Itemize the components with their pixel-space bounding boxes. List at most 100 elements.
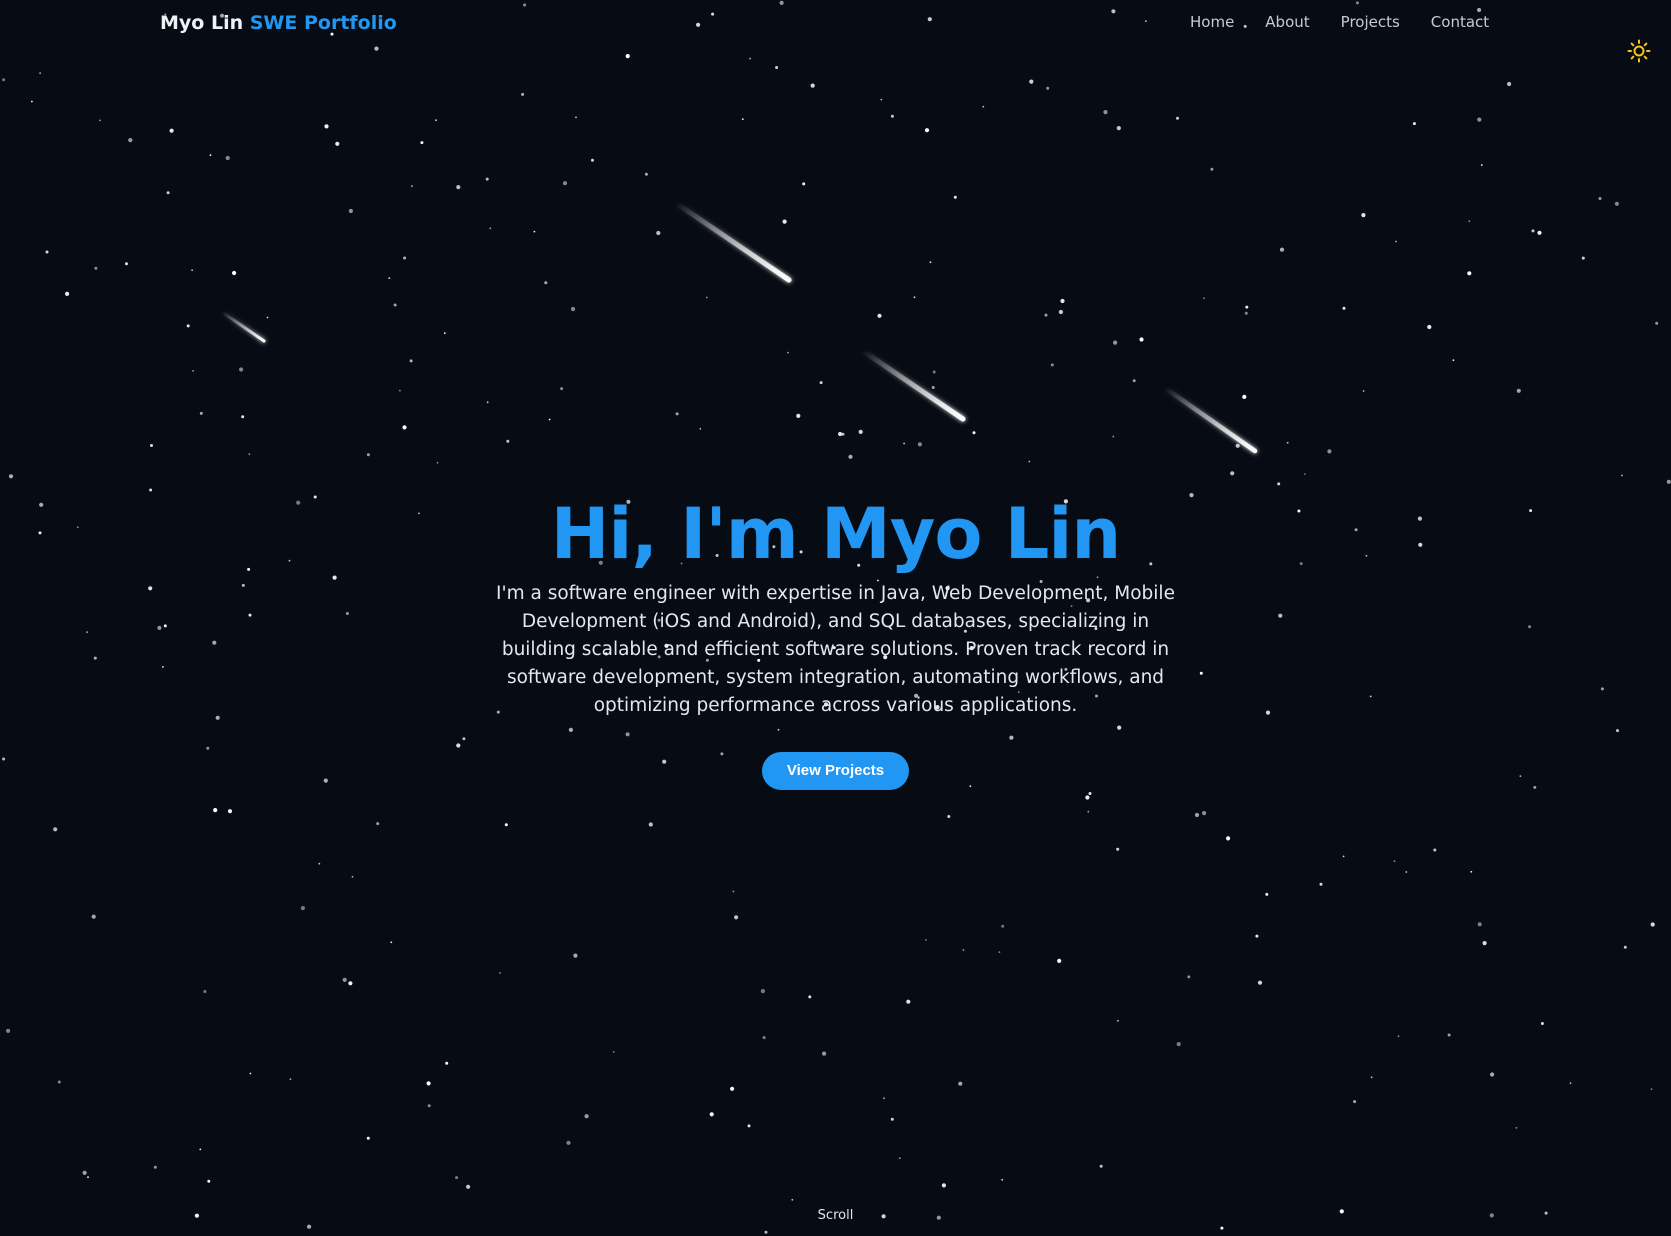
star: [709, 1112, 714, 1117]
star: [57, 1080, 61, 1084]
star: [1085, 795, 1090, 800]
star: [675, 412, 679, 416]
star: [45, 250, 49, 254]
star: [730, 1086, 735, 1091]
star: [87, 1176, 89, 1178]
star: [1046, 86, 1050, 90]
star: [466, 1184, 471, 1189]
star: [972, 431, 976, 435]
star: [1342, 855, 1345, 858]
star: [1277, 482, 1281, 486]
star: [1139, 337, 1144, 342]
star: [300, 906, 305, 911]
star: [883, 1097, 885, 1100]
brand-logo[interactable]: Myo Lin SWE Portfolio: [160, 12, 397, 34]
star: [1482, 941, 1487, 946]
star: [1265, 892, 1269, 896]
star: [486, 401, 489, 404]
star: [1362, 390, 1365, 392]
star: [890, 1117, 894, 1121]
star: [1327, 449, 1332, 454]
star: [435, 119, 437, 122]
brand-name: Myo Lin: [160, 12, 244, 34]
star: [1598, 197, 1602, 200]
star: [169, 128, 174, 133]
star: [791, 1198, 794, 1201]
hero-description: I'm a software engineer with expertise i…: [496, 583, 1175, 716]
star: [249, 1072, 252, 1075]
star: [203, 990, 207, 993]
star: [1393, 860, 1396, 862]
star: [1001, 1178, 1004, 1181]
star: [1099, 1164, 1103, 1168]
star: [1255, 934, 1259, 938]
view-projects-button[interactable]: View Projects: [761, 752, 910, 790]
star: [1470, 870, 1473, 873]
star: [734, 915, 739, 920]
star: [1117, 1019, 1119, 1022]
star: [399, 389, 401, 392]
nav-link-contact[interactable]: Contact: [1431, 13, 1489, 31]
star: [764, 1230, 768, 1234]
star: [890, 114, 894, 118]
star: [324, 124, 329, 129]
star: [924, 128, 930, 133]
star: [436, 461, 439, 464]
star: [810, 83, 815, 88]
star: [1370, 1076, 1373, 1079]
star: [591, 158, 594, 162]
star: [1112, 435, 1115, 438]
star: [65, 291, 70, 296]
star: [307, 1224, 312, 1229]
star: [584, 1114, 589, 1119]
star: [1655, 321, 1659, 325]
star: [947, 815, 951, 818]
shooting-star: [1162, 385, 1258, 454]
star: [427, 1104, 431, 1108]
star: [443, 332, 446, 334]
star: [390, 941, 393, 944]
star: [808, 995, 812, 999]
star: [2, 78, 6, 82]
nav-link-about[interactable]: About: [1265, 13, 1309, 31]
star: [1257, 980, 1263, 985]
star: [1412, 122, 1416, 126]
nav-link-home[interactable]: Home: [1190, 13, 1234, 31]
star: [207, 1179, 211, 1183]
star: [186, 324, 190, 328]
star: [819, 381, 823, 385]
star: [1113, 340, 1118, 345]
star: [1319, 882, 1323, 886]
star: [906, 999, 911, 1004]
star: [1116, 847, 1120, 851]
star: [456, 185, 461, 190]
star: [150, 444, 153, 447]
star: [625, 54, 630, 59]
star: [562, 181, 568, 186]
star: [191, 269, 194, 272]
star: [1477, 117, 1482, 122]
star: [489, 227, 492, 230]
star: [1516, 388, 1521, 393]
star: [913, 296, 916, 299]
star: [53, 827, 58, 832]
star: [426, 1081, 431, 1086]
nav-link-projects[interactable]: Projects: [1341, 13, 1400, 31]
top-navbar: Myo Lin SWE Portfolio Home About Project…: [0, 0, 1671, 48]
star: [1088, 792, 1092, 795]
star: [241, 415, 245, 419]
star: [925, 939, 927, 941]
star: [931, 386, 935, 389]
star: [1540, 1022, 1544, 1025]
star: [962, 949, 965, 951]
star: [506, 439, 510, 443]
star: [953, 195, 957, 199]
star: [566, 1140, 571, 1145]
star: [762, 1036, 766, 1040]
star: [782, 219, 787, 224]
star: [1279, 247, 1285, 252]
star: [1477, 922, 1482, 927]
star: [351, 875, 354, 878]
scroll-indicator[interactable]: Scroll: [0, 1208, 1671, 1223]
star: [1210, 167, 1214, 171]
